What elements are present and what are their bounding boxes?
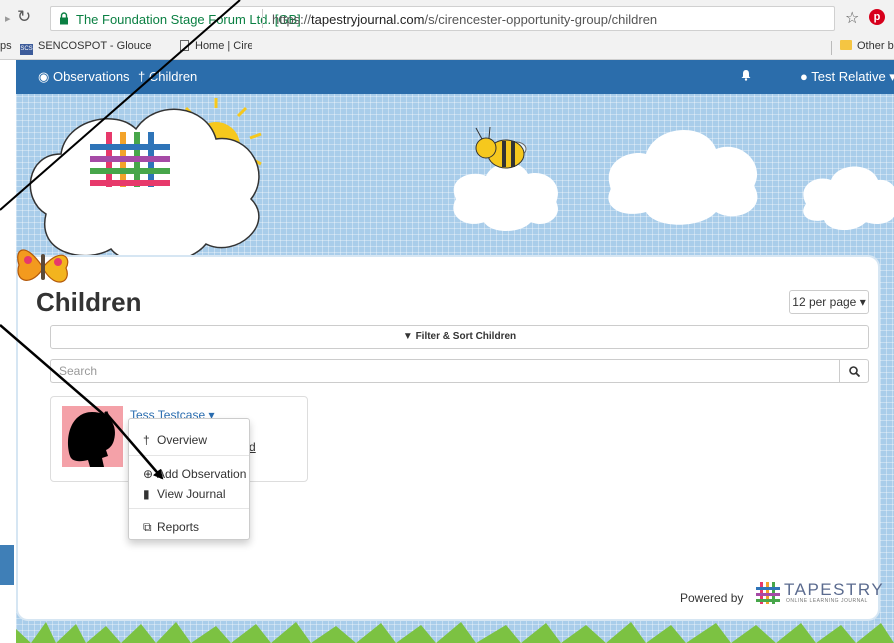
reload-icon[interactable]: ↻: [17, 7, 31, 27]
folder-icon: [840, 40, 852, 50]
child-icon: †: [138, 69, 146, 84]
silhouette-icon: [68, 412, 116, 467]
menu-item-reports[interactable]: ⧉ Reports: [143, 520, 199, 535]
filter-icon: ▼: [402, 331, 413, 342]
bookmark-sencospot-label: SENCOSPOT - Glouce: [38, 40, 152, 52]
left-margin: [0, 60, 16, 643]
bookmarks-bar: ps SCS SENCOSPOT - Glouce Home | Cirences…: [0, 36, 894, 60]
bookmark-other[interactable]: Other bo: [840, 40, 894, 52]
grass: [16, 622, 894, 643]
bookmark-apps[interactable]: ps: [0, 40, 12, 52]
menu-view-journal-label: View Journal: [157, 487, 226, 501]
url-host: tapestryjournal.com: [311, 12, 425, 27]
sencospot-favicon-icon: SCS: [20, 44, 33, 55]
page-viewport: ◉ Observations † Children ● Test Relativ…: [0, 60, 894, 643]
bookmark-home-label: Home | Cirencester C: [195, 40, 252, 52]
child-dropdown-menu: † Overview ⊕ Add Observation ▮ View Journal…: [128, 418, 250, 540]
cloud-bee: [453, 162, 558, 231]
url-separator: [262, 9, 263, 28]
per-page-label: 12 per page: [792, 295, 857, 309]
nav-children[interactable]: † Children: [138, 69, 197, 84]
address-row: ▸ ↻ The Foundation Stage Forum Ltd. [GB]…: [0, 0, 894, 36]
cloud-right: [608, 130, 758, 225]
filter-label: Filter & Sort Children: [415, 331, 517, 342]
chevron-down-icon: ▾: [889, 69, 894, 84]
user-icon: ●: [800, 69, 808, 84]
page-icon: [180, 40, 189, 51]
tapestry-footer-logo[interactable]: TAPESTRY ONLINE LEARNING JOURNAL: [756, 580, 883, 606]
user-menu[interactable]: ● Test Relative ▾: [800, 69, 894, 85]
tapestry-subtitle: ONLINE LEARNING JOURNAL: [786, 598, 868, 604]
menu-add-observation-label: Add Observation: [157, 467, 247, 481]
menu-reports-label: Reports: [157, 520, 200, 534]
caret-down-icon: ▾: [859, 295, 866, 309]
side-tab[interactable]: [0, 545, 14, 585]
forward-icon[interactable]: ▸: [5, 12, 11, 25]
menu-item-overview[interactable]: † Overview: [143, 433, 207, 447]
powered-by-text: Powered by: [680, 591, 744, 605]
site-identity: The Foundation Stage Forum Ltd. [GB]: [76, 12, 301, 27]
menu-divider: [129, 455, 249, 456]
nav-observations[interactable]: ◉ Observations: [38, 69, 130, 85]
tapestry-weave-icon: [756, 582, 780, 604]
search-input[interactable]: [50, 359, 839, 383]
child-icon: †: [143, 433, 150, 447]
tapestry-wordmark: TAPESTRY: [784, 580, 885, 599]
url-path: /s/cirencester-opportunity-group/childre…: [424, 12, 658, 27]
eye-icon: ◉: [38, 69, 50, 84]
search-icon: [849, 366, 860, 377]
user-name: Test Relative: [811, 69, 886, 84]
bookmark-other-label: Other bo: [857, 40, 894, 52]
book-icon: ▮: [143, 487, 150, 501]
url-text[interactable]: https://tapestryjournal.com/s/cirenceste…: [272, 12, 657, 27]
nav-children-label: Children: [148, 69, 198, 84]
pinterest-icon[interactable]: p: [869, 9, 885, 25]
bookmark-star-icon[interactable]: ☆: [845, 8, 859, 28]
bookmark-home[interactable]: Home | Cirencester C: [180, 40, 252, 52]
url-scheme: https://: [272, 12, 312, 27]
lock-icon: [60, 12, 68, 25]
avatar[interactable]: [62, 406, 123, 467]
nav-observations-label: Observations: [52, 69, 130, 84]
menu-item-view-journal[interactable]: ▮ View Journal: [143, 487, 225, 501]
browser-chrome: ▸ ↻ The Foundation Stage Forum Ltd. [GB]…: [0, 0, 894, 60]
menu-overview-label: Overview: [157, 433, 208, 447]
per-page-dropdown[interactable]: 12 per page ▾: [789, 290, 869, 314]
children-panel: Children 12 per page ▾ ▼ Filter & Sort C…: [16, 255, 883, 621]
top-navbar: ◉ Observations † Children ● Test Relativ…: [16, 60, 894, 94]
address-bar[interactable]: The Foundation Stage Forum Ltd. [GB] htt…: [50, 6, 835, 31]
bookmark-sencospot[interactable]: SCS SENCOSPOT - Glouce: [20, 40, 160, 55]
bee-illustration: [475, 126, 527, 169]
menu-item-add-observation[interactable]: ⊕ Add Observation: [143, 467, 246, 481]
butterfly-illustration: [17, 249, 69, 283]
copy-icon: ⧉: [143, 520, 152, 534]
cloud-far-right: [803, 166, 894, 230]
bookmarks-separator: [831, 41, 832, 55]
menu-divider: [129, 508, 249, 509]
plus-circle-icon: ⊕: [143, 467, 154, 481]
search-button[interactable]: [839, 359, 869, 383]
bell-icon[interactable]: [740, 69, 752, 81]
filter-sort-toggle[interactable]: ▼ Filter & Sort Children: [50, 325, 869, 349]
